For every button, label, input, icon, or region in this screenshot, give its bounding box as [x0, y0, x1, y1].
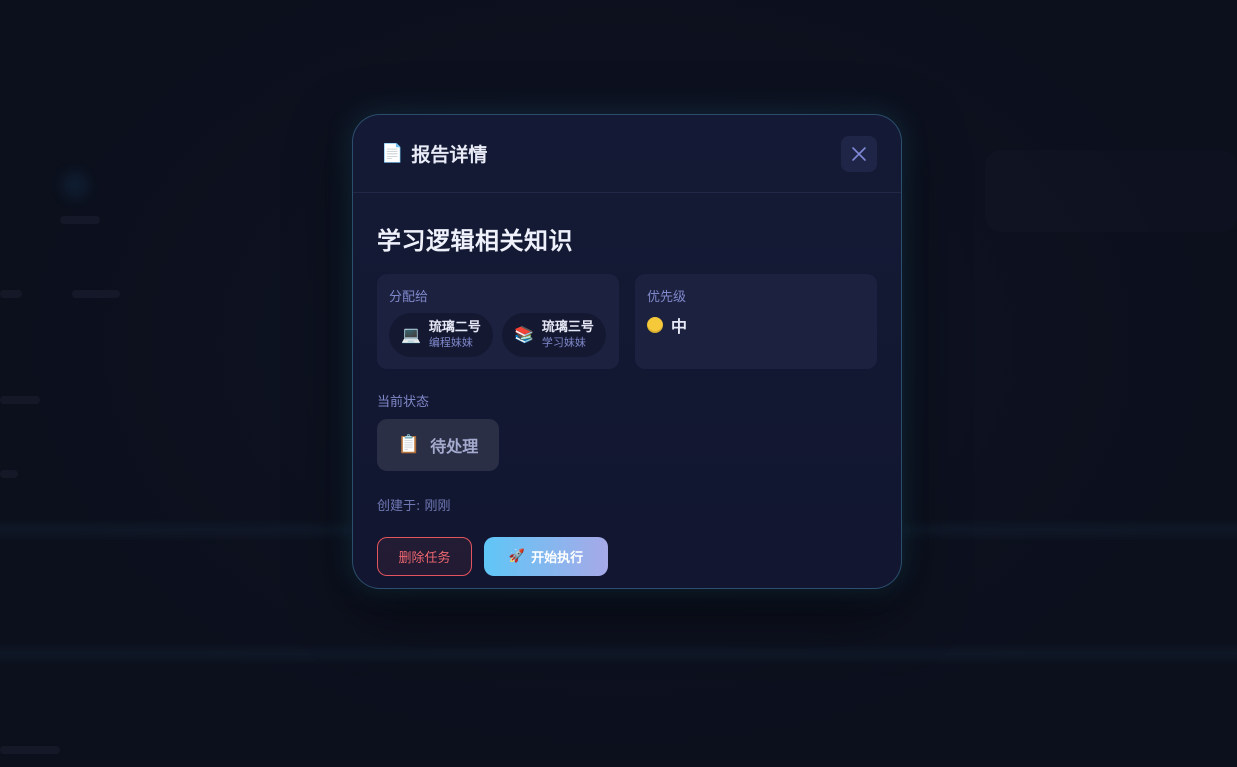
- modal-body: 学习逻辑相关知识 分配给 💻 琉璃二号 编程妹妹 📚 琉璃三号 学习妹妹 优先级…: [353, 193, 901, 576]
- background-text: [0, 396, 40, 404]
- assignee-list: 💻 琉璃二号 编程妹妹 📚 琉璃三号 学习妹妹: [389, 313, 607, 357]
- document-icon: 📄: [381, 142, 404, 164]
- assignee-card: 分配给 💻 琉璃二号 编程妹妹 📚 琉璃三号 学习妹妹: [377, 274, 619, 369]
- start-execution-button[interactable]: 🚀 开始执行: [484, 537, 608, 576]
- modal-header: 📄 报告详情: [353, 115, 901, 193]
- rocket-icon: 🚀: [508, 549, 526, 564]
- priority-card: 优先级 中: [635, 274, 877, 369]
- background-text: [0, 470, 18, 478]
- background-text: [0, 290, 22, 298]
- assignee-role: 学习妹妹: [541, 336, 586, 349]
- modal-title: 📄 报告详情: [381, 140, 487, 167]
- priority-label: 优先级: [647, 290, 687, 305]
- report-detail-modal: 📄 报告详情 学习逻辑相关知识 分配给 💻 琉璃二号 编程妹妹 📚 琉璃三号 学…: [352, 114, 902, 589]
- assignee-chip: 💻 琉璃二号 编程妹妹: [389, 313, 493, 357]
- assignee-role: 编程妹妹: [428, 336, 473, 349]
- created-time: 创建于: 刚刚: [377, 499, 451, 514]
- background-text: [0, 746, 60, 754]
- modal-actions: 删除任务 🚀 开始执行: [377, 537, 877, 576]
- background-text: [72, 290, 120, 298]
- status-value: 待处理: [430, 437, 479, 456]
- yellow-circle-icon: [647, 317, 663, 333]
- assignee-name: 琉璃二号: [428, 320, 481, 335]
- background-divider: [0, 643, 1237, 665]
- assignee-name: 琉璃三号: [541, 320, 594, 335]
- delete-task-button[interactable]: 删除任务: [377, 537, 472, 576]
- assignee-label: 分配给: [389, 290, 429, 305]
- status-badge: 📋 待处理: [377, 419, 499, 471]
- close-icon: [852, 146, 866, 161]
- priority-indicator: 中: [647, 313, 865, 337]
- clipboard-icon: 📋: [397, 434, 421, 455]
- background-text: [60, 216, 100, 224]
- laptop-icon: 💻: [401, 325, 421, 344]
- status-label: 当前状态: [377, 395, 430, 410]
- background-panel: [985, 150, 1237, 232]
- info-row: 分配给 💻 琉璃二号 编程妹妹 📚 琉璃三号 学习妹妹 优先级 中: [377, 274, 877, 369]
- assignee-chip: 📚 琉璃三号 学习妹妹: [501, 313, 606, 357]
- books-icon: 📚: [513, 325, 534, 344]
- background-avatar: [62, 172, 88, 198]
- task-title: 学习逻辑相关知识: [377, 227, 573, 255]
- start-execution-label: 开始执行: [531, 551, 584, 566]
- close-button[interactable]: [841, 135, 877, 172]
- modal-title-text: 报告详情: [411, 144, 488, 166]
- priority-value: 中: [671, 317, 688, 336]
